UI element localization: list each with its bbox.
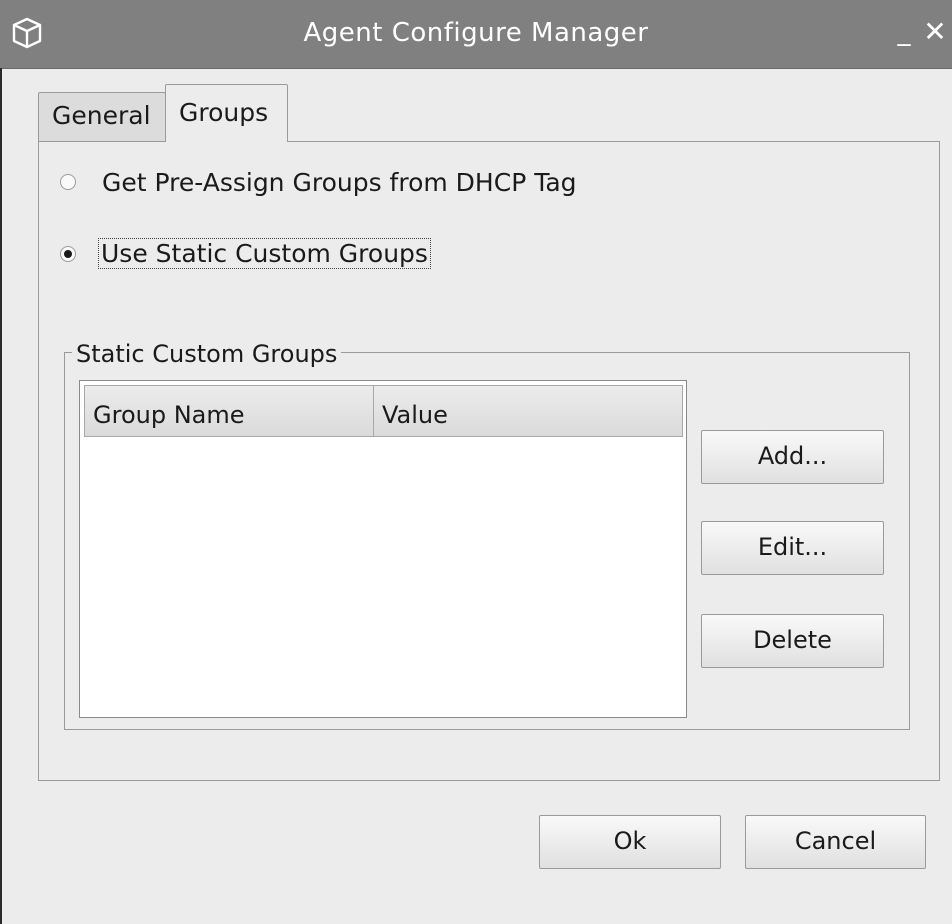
radio-button-unselected[interactable] [60, 174, 76, 190]
delete-button[interactable]: Delete [701, 614, 884, 668]
radio-button-selected[interactable] [60, 246, 76, 262]
minimize-button[interactable]: _ [893, 17, 915, 47]
radio-dot [64, 250, 72, 258]
tab-groups[interactable]: Groups [165, 84, 288, 142]
cancel-button[interactable]: Cancel [745, 815, 926, 869]
dhcp-groups-label: Get Pre-Assign Groups from DHCP Tag [102, 168, 577, 197]
column-header-group-name[interactable]: Group Name [84, 385, 374, 437]
window-title: Agent Configure Manager [303, 18, 649, 48]
close-button[interactable]: ✕ [920, 17, 950, 47]
tab-general[interactable]: General [38, 92, 166, 142]
ok-button[interactable]: Ok [539, 815, 721, 869]
static-custom-groups-legend: Static Custom Groups [72, 340, 342, 368]
static-groups-label: Use Static Custom Groups [98, 238, 431, 269]
add-button[interactable]: Add... [701, 430, 884, 484]
edit-button[interactable]: Edit... [701, 521, 884, 575]
title-bar[interactable]: Agent Configure Manager _ ✕ [0, 0, 952, 69]
column-header-value[interactable]: Value [373, 385, 683, 437]
groups-table[interactable]: Group Name Value [79, 380, 687, 718]
window-border [0, 68, 2, 924]
static-groups-radio[interactable]: Use Static Custom Groups [60, 238, 480, 276]
dhcp-groups-radio[interactable]: Get Pre-Assign Groups from DHCP Tag [60, 168, 620, 200]
